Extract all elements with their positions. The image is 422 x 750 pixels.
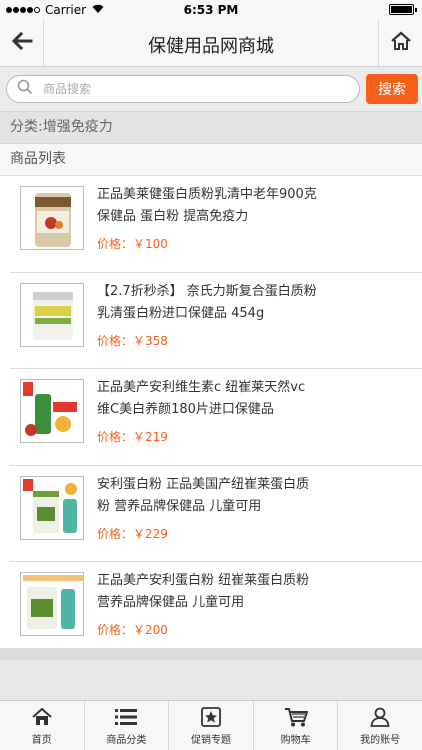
- product-image: [20, 379, 84, 443]
- product-price: 价格：￥219: [97, 428, 168, 445]
- price-label: 价格：: [97, 333, 134, 348]
- status-bar: Carrier 6:53 PM: [0, 0, 422, 20]
- product-item[interactable]: 【2.7折秒杀】 奈氏力斯复合蛋白质粉 乳清蛋白粉进口保健品 454g 价格：￥…: [10, 273, 422, 369]
- empty-area: [0, 660, 422, 700]
- product-item[interactable]: 正品美产安利维生素c 纽崔莱天然vc维C美白养颜180片进口保健品 价格：￥21…: [10, 369, 422, 466]
- search-box[interactable]: [6, 75, 360, 103]
- page-title: 保健用品网商城: [148, 36, 274, 57]
- list-header: 商品列表: [0, 144, 422, 176]
- price-label: 价格：: [97, 623, 134, 637]
- product-image: [20, 186, 84, 250]
- category-label: 分类:增强免疫力: [0, 111, 422, 144]
- price-value: ￥200: [133, 623, 168, 637]
- product-name: 正品美产安利蛋白粉 纽崔莱蛋白质粉 营养品牌保健品 儿童可用: [97, 573, 310, 610]
- price-value: ￥358: [133, 333, 168, 348]
- arrow-left-icon: [11, 31, 33, 54]
- list-footer-divider: [0, 648, 422, 660]
- search-icon: [17, 79, 33, 99]
- price-value: ￥229: [133, 526, 168, 541]
- product-price: 价格：￥100: [97, 235, 168, 252]
- search-input[interactable]: [43, 82, 343, 96]
- price-label: 价格：: [97, 526, 134, 541]
- tab-cart[interactable]: 购物车: [254, 701, 339, 750]
- cart-icon: [284, 706, 308, 728]
- product-name: 【2.7折秒杀】 奈氏力斯复合蛋白质粉 乳清蛋白粉进口保健品 454g: [97, 283, 317, 321]
- product-image: [20, 475, 84, 540]
- battery-icon: [389, 4, 417, 15]
- status-time: 6:53 PM: [183, 3, 239, 17]
- tab-promotions[interactable]: 促销专题: [169, 701, 254, 750]
- product-item[interactable]: 安利蛋白粉 正品美国产纽崔莱蛋白质粉 营养品牌保健品 儿童可用 价格：￥229: [10, 466, 422, 562]
- product-image: [20, 572, 84, 636]
- product-name: 正品美产安利维生素c 纽崔莱天然vc维C美白养颜180片进口保健品: [97, 380, 306, 417]
- tab-home[interactable]: 首页: [0, 701, 85, 750]
- product-price: 价格：￥200: [97, 621, 168, 638]
- price-label: 价格：: [97, 430, 134, 444]
- product-name: 正品美莱健蛋白质粉乳清中老年900克 保健品 蛋白粉 提高免疫力: [97, 187, 317, 224]
- product-list: 正品美莱健蛋白质粉乳清中老年900克 保健品 蛋白粉 提高免疫力 价格：￥100…: [0, 176, 422, 659]
- product-price: 价格：￥358: [97, 332, 168, 349]
- navigation-bar: 保健用品网商城: [0, 20, 422, 67]
- list-icon: [115, 706, 138, 728]
- product-name: 安利蛋白粉 正品美国产纽崔莱蛋白质粉 营养品牌保健品 儿童可用: [97, 476, 310, 514]
- tab-account[interactable]: 我的账号: [338, 701, 422, 750]
- user-icon: [370, 706, 390, 728]
- search-button[interactable]: 搜索: [366, 74, 418, 104]
- tab-label: 促销专题: [190, 734, 231, 746]
- tab-label: 购物车: [280, 734, 311, 746]
- star-icon: [201, 706, 221, 728]
- home-icon: [390, 31, 412, 55]
- price-value: ￥100: [133, 237, 168, 251]
- tab-label: 首页: [31, 734, 52, 746]
- product-image: [20, 282, 84, 347]
- price-value: ￥219: [133, 430, 168, 444]
- product-item[interactable]: 正品美产安利蛋白粉 纽崔莱蛋白质粉 营养品牌保健品 儿童可用 价格：￥200: [10, 562, 422, 659]
- product-price: 价格：￥229: [97, 525, 168, 542]
- price-label: 价格：: [97, 237, 134, 251]
- tab-categories[interactable]: 商品分类: [85, 701, 170, 750]
- back-button[interactable]: [0, 20, 44, 66]
- search-area: 搜索: [0, 67, 422, 111]
- home-button[interactable]: [378, 20, 422, 66]
- tab-label: 我的账号: [360, 734, 401, 746]
- home-icon: [32, 706, 52, 728]
- tab-bar: 首页 商品分类 促销专题 购物车 我的账号: [0, 700, 422, 750]
- tab-label: 商品分类: [106, 734, 147, 746]
- product-item[interactable]: 正品美莱健蛋白质粉乳清中老年900克 保健品 蛋白粉 提高免疫力 价格：￥100: [10, 176, 422, 273]
